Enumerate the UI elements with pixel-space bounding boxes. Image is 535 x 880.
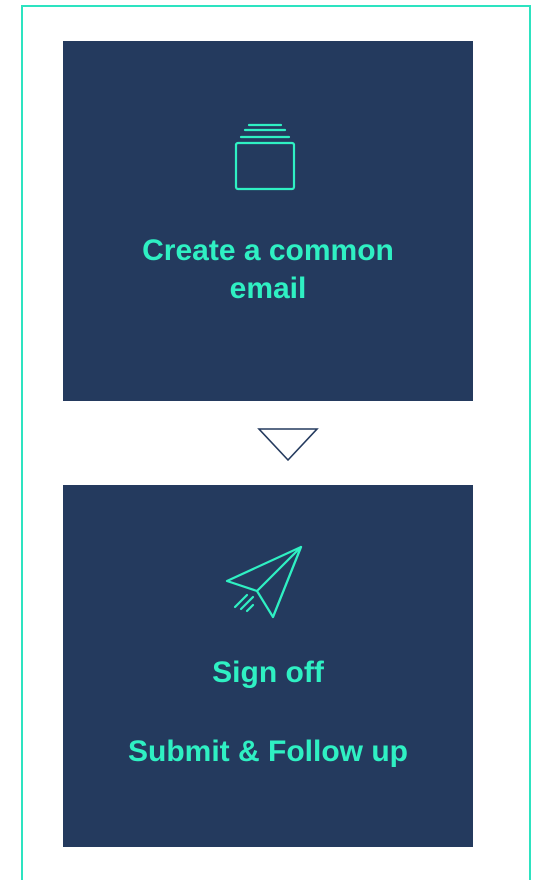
step-title: Create a common email bbox=[142, 234, 394, 305]
step-card-sign-off: Sign off Submit & Follow up bbox=[63, 485, 473, 847]
step-subtitle: Submit & Follow up bbox=[128, 735, 408, 768]
stacked-folders-icon bbox=[223, 121, 313, 196]
paper-plane-icon bbox=[223, 543, 313, 633]
step-card-create-email: Create a common email bbox=[63, 41, 473, 401]
step-title: Sign off bbox=[212, 656, 324, 689]
down-arrow-icon bbox=[257, 428, 319, 462]
